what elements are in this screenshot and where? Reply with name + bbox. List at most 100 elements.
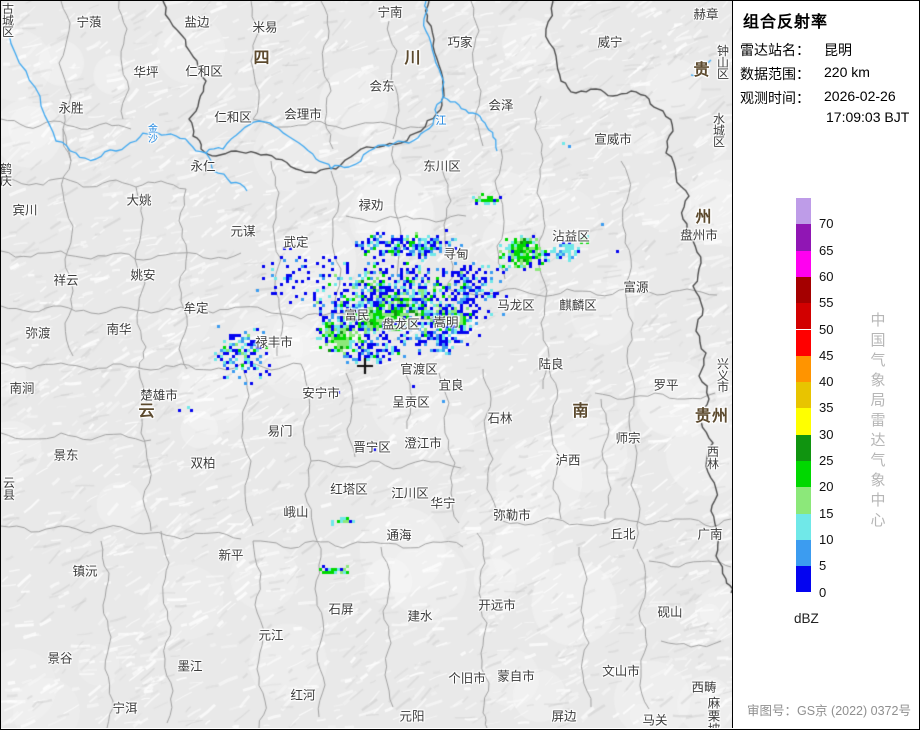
- place-label: 会东: [369, 76, 394, 95]
- place-label: 宾川: [12, 200, 37, 219]
- place-label: 广南: [697, 524, 722, 543]
- legend-tick-value: 0: [819, 585, 826, 600]
- place-label: 会泽: [488, 95, 513, 114]
- place-label: 开远市: [478, 595, 516, 614]
- place-label: 石屏: [328, 599, 353, 618]
- place-label: 禄丰市: [255, 332, 293, 351]
- province-label: 川: [404, 44, 421, 68]
- place-label: 官渡区: [400, 359, 438, 378]
- legend-tick-value: 30: [819, 427, 833, 442]
- range-value: 220 km: [824, 64, 870, 80]
- province-label: 州: [695, 203, 712, 227]
- place-label: 景谷: [47, 648, 72, 667]
- legend-tick-value: 70: [819, 216, 833, 231]
- place-label: 通海: [386, 525, 411, 544]
- legend-tick-value: 40: [819, 374, 833, 389]
- radar-app-window: 宁蒗盐边米易宁南巧家赫章威宁华坪仁和区会东永胜会理市仁和区永仁东川区会泽宣威市宾…: [0, 0, 920, 730]
- place-label: 建水: [407, 606, 432, 625]
- place-label: 景东: [53, 445, 78, 464]
- info-panel: 组合反射率 雷达站名： 昆明 数据范围： 220 km 观测时间： 2026-0…: [733, 1, 920, 728]
- place-label: 威宁: [597, 32, 622, 51]
- legend-color-segment: [796, 435, 811, 461]
- place-label: 大姚: [126, 190, 151, 209]
- legend-tick-value: 20: [819, 479, 833, 494]
- place-label: 师宗: [615, 428, 640, 447]
- cma-watermark: 中 国 气 象 局 雷 达 气 象 中 心: [869, 311, 887, 531]
- place-label: 屏边: [551, 706, 576, 725]
- place-label: 麒麟区: [559, 295, 597, 314]
- place-label: 武定: [283, 232, 308, 251]
- obstime-date: 2026-02-26: [824, 88, 896, 104]
- place-label: 鹤 庆: [1, 164, 12, 187]
- product-title: 组合反射率: [743, 8, 828, 32]
- legend-color-segment: [796, 224, 811, 250]
- place-label: 麻栗 坡: [705, 698, 723, 729]
- place-label: 安宁市: [302, 383, 340, 402]
- place-label: 南华: [106, 319, 131, 338]
- place-label: 元江: [258, 625, 283, 644]
- place-label: 祥云: [53, 270, 78, 289]
- place-label: 宁南: [377, 2, 402, 21]
- place-label: 陆良: [538, 354, 563, 373]
- place-label: 东川区: [423, 156, 461, 175]
- place-label: 弥勒市: [493, 505, 531, 524]
- legend-color-segment: [796, 514, 811, 540]
- place-label: 盐边: [184, 12, 209, 31]
- legend-color-segment: [796, 461, 811, 487]
- place-label: 永仁: [190, 156, 215, 175]
- province-label: 贵: [693, 56, 710, 80]
- place-label: 西 林: [707, 447, 719, 470]
- place-label: 富源: [623, 277, 648, 296]
- place-label: 墨江: [177, 656, 202, 675]
- place-label: 寻甸: [443, 244, 468, 263]
- legend-unit: dBZ: [794, 611, 819, 626]
- place-label: 峨山: [283, 502, 308, 521]
- place-label: 砚山: [657, 602, 682, 621]
- place-label: 泸西: [555, 450, 580, 469]
- province-label: 贵州: [695, 402, 729, 426]
- map-label-layer: 宁蒗盐边米易宁南巧家赫章威宁华坪仁和区会东永胜会理市仁和区永仁东川区会泽宣威市宾…: [1, 1, 732, 728]
- place-label: 盘龙区: [382, 314, 420, 333]
- legend-tick-value: 50: [819, 322, 833, 337]
- obstime-label: 观测时间：: [740, 88, 810, 108]
- place-label: 禄劝: [358, 195, 383, 214]
- place-label: 罗平: [653, 375, 678, 394]
- place-label: 嵩明: [433, 312, 458, 331]
- place-label: 红塔区: [330, 479, 368, 498]
- place-label: 红河: [290, 685, 315, 704]
- legend-tick-value: 25: [819, 453, 833, 468]
- place-label: 水 城 区: [713, 114, 725, 149]
- place-label: 元谋: [230, 221, 255, 240]
- place-label: 元阳: [399, 706, 424, 725]
- place-label: 米易: [252, 17, 277, 36]
- legend-color-segment: [796, 566, 811, 592]
- legend-tick-value: 5: [819, 558, 826, 573]
- legend-color-segment: [796, 540, 811, 566]
- province-label: 南: [572, 397, 589, 421]
- place-label: 华坪: [133, 62, 158, 81]
- place-label: 牟定: [183, 298, 208, 317]
- place-label: 晋宁区: [353, 437, 391, 456]
- place-label: 古 城 区: [2, 4, 14, 39]
- radar-map[interactable]: 宁蒗盐边米易宁南巧家赫章威宁华坪仁和区会东永胜会理市仁和区永仁东川区会泽宣威市宾…: [1, 1, 733, 728]
- province-label: 四: [253, 44, 270, 68]
- place-label: 文山市: [602, 661, 640, 680]
- place-label: 个旧市: [448, 668, 486, 687]
- place-label: 仁和区: [185, 61, 223, 80]
- station-label: 雷达站名：: [740, 40, 810, 60]
- place-label: 镇沅: [72, 561, 97, 580]
- place-label: 双柏: [190, 453, 215, 472]
- legend-tick-value: 15: [819, 506, 833, 521]
- legend-tick-value: 65: [819, 243, 833, 258]
- legend-color-segment: [796, 330, 811, 356]
- river-label: 江: [436, 112, 447, 128]
- place-label: 宁洱: [112, 698, 137, 717]
- place-label: 巧家: [447, 32, 472, 51]
- place-label: 钟 山 区: [717, 46, 729, 81]
- place-label: 姚安: [130, 265, 155, 284]
- place-label: 石林: [487, 408, 512, 427]
- place-label: 南涧: [9, 378, 34, 397]
- place-label: 兴 义 市: [717, 359, 729, 394]
- river-label: 金 沙: [148, 125, 158, 145]
- legend-tick-value: 45: [819, 348, 833, 363]
